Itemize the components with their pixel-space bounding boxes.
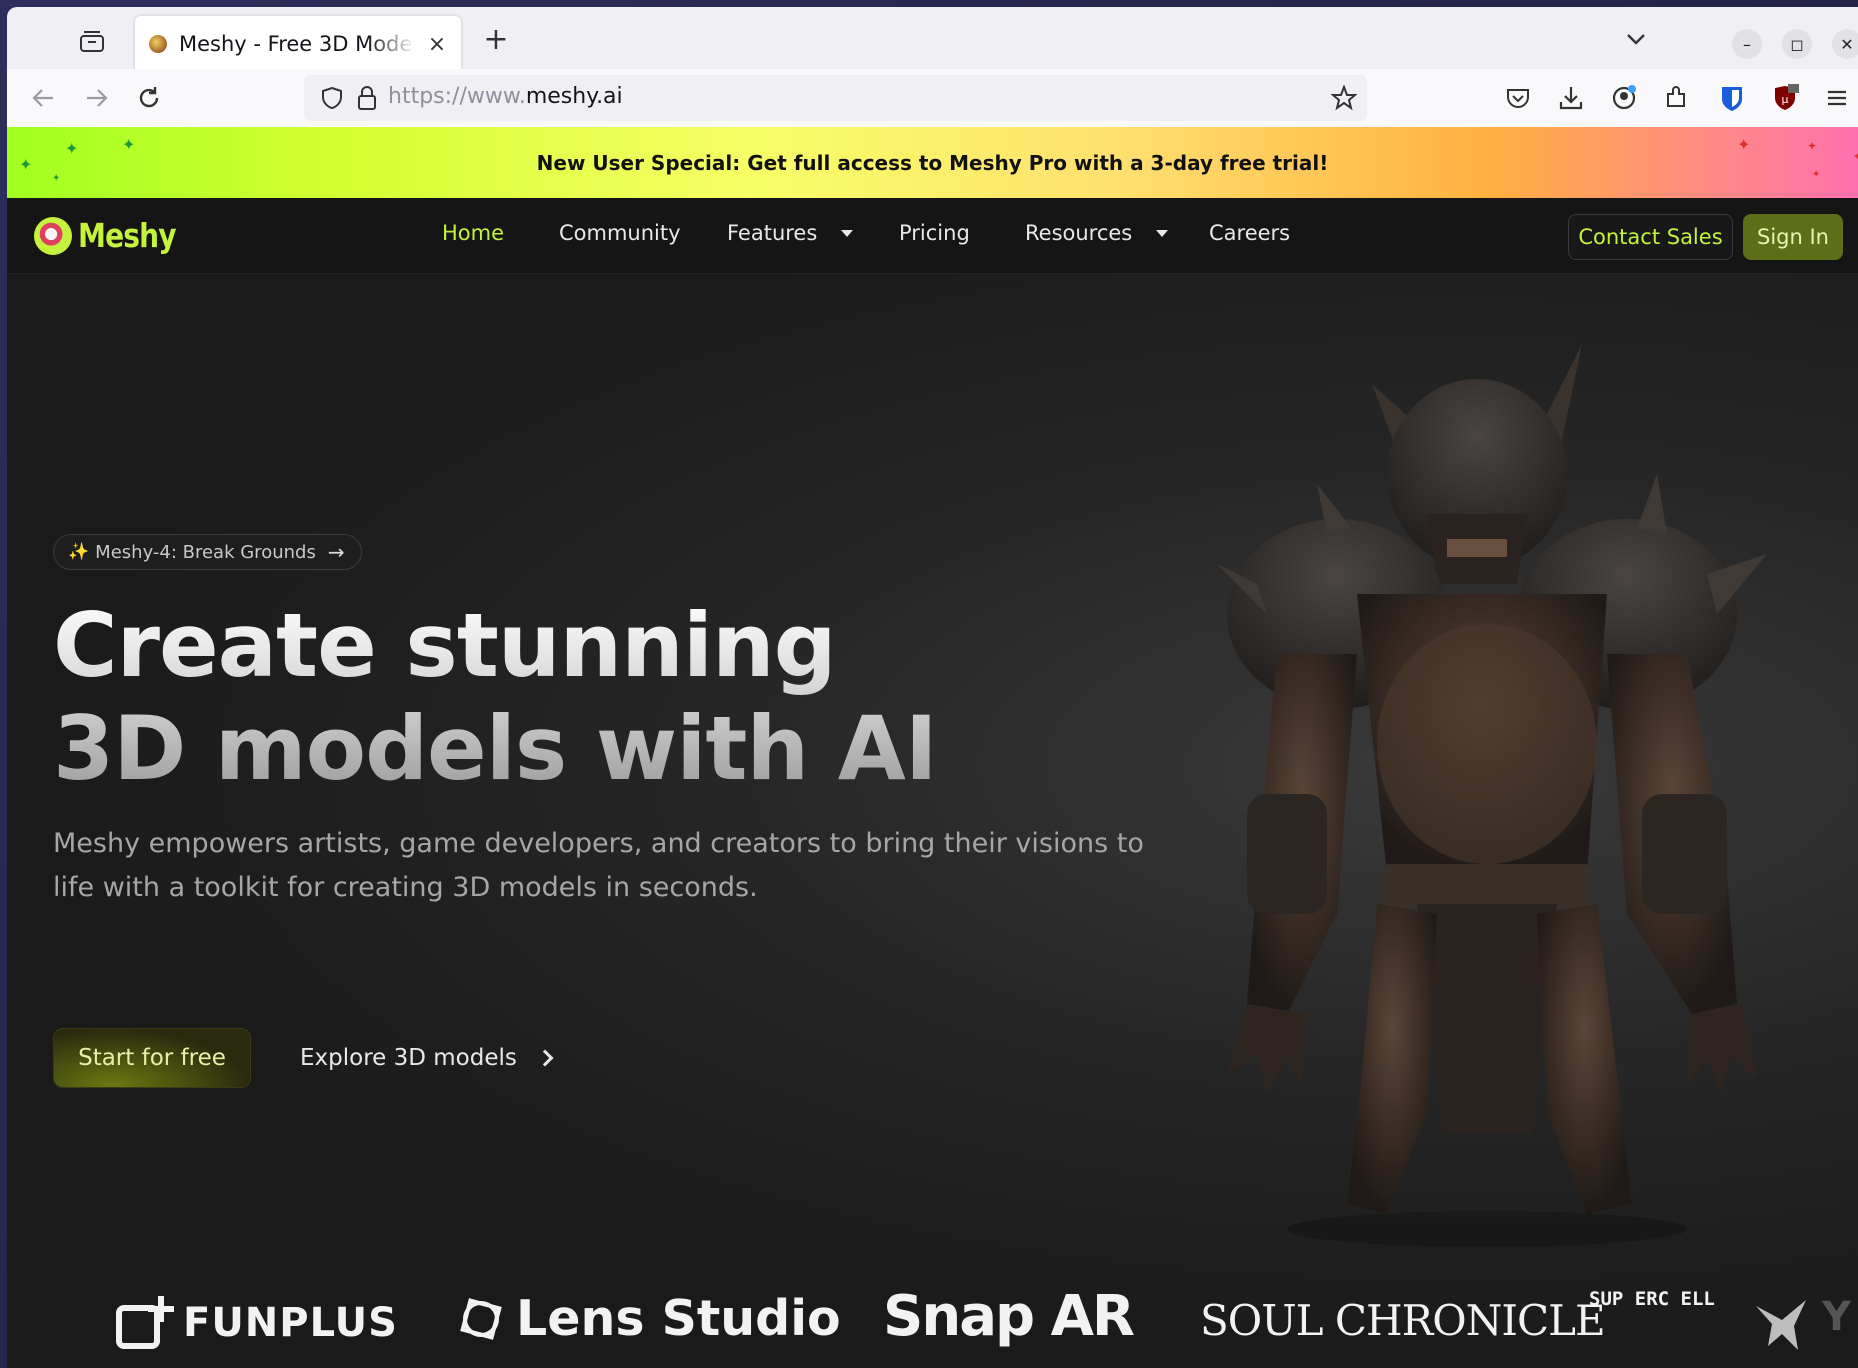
logo-text: Meshy	[78, 216, 176, 255]
funplus-text: FUNPLUS	[183, 1300, 398, 1346]
meshy-4-announcement-badge[interactable]: ✨ Meshy-4: Break Grounds →	[53, 534, 362, 570]
3d-werewolf-model-image	[1217, 344, 1767, 1247]
url-domain: meshy.ai	[525, 84, 623, 109]
account-icon[interactable]	[1610, 84, 1638, 112]
nav-careers[interactable]: Careers	[1209, 221, 1290, 245]
tab-strip: Meshy - Free 3D Models C × + – ◻ ✕	[7, 7, 1858, 72]
nav-resources[interactable]: Resources	[1025, 221, 1169, 245]
funplus-mark-icon	[116, 1296, 174, 1349]
nav-features-label: Features	[727, 221, 818, 245]
lens-studio-mark-icon	[460, 1297, 502, 1340]
sign-in-button[interactable]: Sign In	[1743, 214, 1843, 260]
close-window-button[interactable]: ✕	[1832, 29, 1858, 59]
nav-home-label: Home	[442, 221, 505, 245]
maximize-button[interactable]: ◻	[1782, 29, 1812, 59]
meshy-logo[interactable]: Meshy	[34, 216, 193, 255]
url-text[interactable]: https://www.meshy.ai	[388, 84, 623, 109]
sparkle-icon: ✦	[1852, 147, 1858, 166]
hero-headline: Create stunning 3D models with AI	[53, 594, 937, 800]
lock-icon[interactable]	[356, 85, 378, 111]
reload-icon[interactable]	[135, 84, 163, 112]
partner-logo-partial: Y	[1822, 1294, 1851, 1340]
arrow-right-icon: →	[327, 540, 345, 564]
sparkle-icon: ✦	[1812, 169, 1821, 180]
minimize-button[interactable]: –	[1732, 29, 1762, 59]
tab-meshy[interactable]: Meshy - Free 3D Models C ×	[135, 16, 461, 72]
browser-window: Meshy - Free 3D Models C × + – ◻ ✕ https…	[7, 7, 1858, 1368]
contact-sales-button[interactable]: Contact Sales	[1568, 214, 1733, 260]
sparkle-icon: ✦	[65, 139, 79, 158]
nav-home[interactable]: Home	[442, 221, 504, 245]
address-bar[interactable]: https://www.meshy.ai	[304, 75, 1367, 121]
sparkle-icon: ✦	[52, 173, 61, 184]
explore-3d-models-link[interactable]: Explore 3D models	[300, 1028, 554, 1088]
sparkle-icon: ✦	[1807, 139, 1818, 153]
list-all-tabs-icon[interactable]	[1625, 31, 1647, 47]
nav-pricing[interactable]: Pricing	[899, 221, 970, 245]
ublock-origin-icon[interactable]: μ	[1771, 84, 1799, 112]
promo-banner[interactable]: ✦ ✦ ✦ ✦ ✦ ✦ ✦ ✦ New User Special: Get fu…	[7, 127, 1858, 198]
hero-section: ✨ Meshy-4: Break Grounds → Create stunni…	[7, 274, 1858, 1368]
pocket-icon[interactable]	[1504, 84, 1532, 112]
badge-label: Meshy-4: Break Grounds	[95, 541, 316, 563]
tab-overview-icon[interactable]	[79, 29, 105, 53]
new-tab-button[interactable]: +	[481, 25, 511, 55]
meshy-favicon-icon	[149, 35, 167, 53]
navigation-toolbar: https://www.meshy.ai μ	[7, 69, 1858, 127]
url-prefix: https://www.	[388, 84, 526, 109]
promo-text[interactable]: New User Special: Get full access to Mes…	[537, 151, 1329, 175]
partner-bird-logo-icon	[1756, 1300, 1806, 1350]
svg-text:μ: μ	[1782, 93, 1789, 106]
sparkle-icon: ✨	[68, 542, 90, 562]
caret-down-icon	[1156, 229, 1169, 237]
nav-community[interactable]: Community	[559, 221, 681, 245]
forward-icon[interactable]	[83, 84, 111, 112]
lens-studio-logo: Lens Studio	[454, 1290, 841, 1347]
partner-logos-row: FUNPLUS Lens Studio Snap AR SOUL CHRONIC…	[7, 1274, 1858, 1368]
soul-chronicle-logo: SOUL CHRONICLE	[1200, 1296, 1606, 1345]
bookmark-star-icon[interactable]	[1331, 85, 1357, 111]
headline-line-1: Create stunning	[53, 594, 836, 697]
menu-hamburger-icon[interactable]	[1823, 84, 1851, 112]
start-for-free-button[interactable]: Start for free	[53, 1028, 251, 1088]
lens-studio-text: Lens Studio	[516, 1290, 841, 1347]
bitwarden-icon[interactable]	[1718, 84, 1746, 112]
nav-resources-label: Resources	[1025, 221, 1133, 245]
caret-down-icon	[841, 229, 854, 237]
sparkle-icon: ✦	[122, 135, 136, 154]
explore-label: Explore 3D models	[300, 1045, 517, 1071]
chevron-right-icon	[536, 1049, 554, 1067]
nav-careers-label: Careers	[1209, 221, 1291, 245]
meshy-logo-icon	[34, 216, 72, 255]
tracking-protection-shield-icon[interactable]	[320, 86, 344, 110]
headline-line-2: 3D models with AI	[53, 697, 937, 800]
sparkle-icon: ✦	[1737, 135, 1751, 154]
hero-subhead: Meshy empowers artists, game developers,…	[53, 828, 1144, 903]
nav-community-label: Community	[559, 221, 681, 245]
snap-ar-logo: Snap AR	[883, 1284, 1135, 1349]
site-header: Meshy Home Community Features Pricing Re…	[7, 198, 1858, 274]
sparkle-icon: ✦	[19, 155, 33, 174]
back-icon[interactable]	[29, 84, 57, 112]
supercell-logo: SUP ERC ELL	[1589, 1288, 1715, 1310]
tab-title: Meshy - Free 3D Models C	[179, 32, 415, 56]
tab-close-icon[interactable]: ×	[427, 32, 447, 57]
downloads-icon[interactable]	[1557, 84, 1585, 112]
nav-pricing-label: Pricing	[899, 221, 970, 245]
funplus-logo: FUNPLUS	[115, 1294, 398, 1352]
nav-features[interactable]: Features	[727, 221, 854, 245]
extensions-icon[interactable]	[1662, 84, 1690, 112]
